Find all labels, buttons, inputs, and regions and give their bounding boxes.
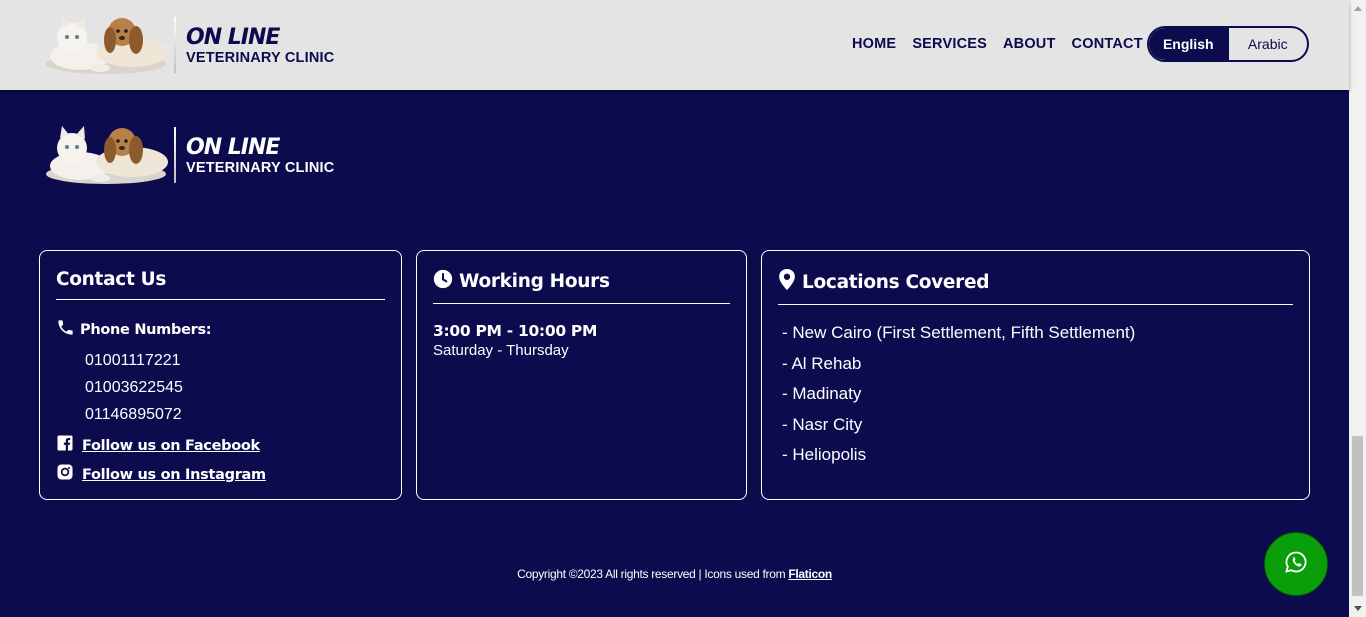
main-nav: HOME SERVICES ABOUT CONTACT (852, 36, 1159, 52)
location-item: - Al Rehab (782, 353, 862, 373)
phone-number[interactable]: 01001117221 (85, 347, 385, 374)
page-scrollbar[interactable] (1349, 0, 1366, 617)
site-header: ON LINE VETERINARY CLINIC HOME SERVICES … (0, 0, 1349, 90)
copyright: Copyright ©2023 All rights reserved | Ic… (0, 567, 1349, 581)
working-hours-card: Working Hours 3:00 PM - 10:00 PM Saturda… (416, 250, 747, 500)
phone-icon (56, 318, 75, 341)
footer-brand-subtitle: VETERINARY CLINIC (186, 159, 335, 176)
footer-brand[interactable]: ON LINE VETERINARY CLINIC (40, 122, 334, 188)
contact-title: Contact Us (56, 269, 167, 290)
map-pin-icon (778, 269, 796, 295)
header-brand[interactable]: ON LINE VETERINARY CLINIC (40, 12, 334, 78)
facebook-icon (56, 434, 74, 457)
phone-number[interactable]: 01146895072 (85, 401, 385, 428)
scroll-down-arrow-icon[interactable] (1349, 600, 1366, 617)
locations-list: - New Cairo (First Settlement, Fifth Set… (782, 323, 1293, 476)
hours-title: Working Hours (459, 271, 610, 292)
nav-contact[interactable]: CONTACT (1072, 36, 1143, 52)
instagram-icon (56, 463, 74, 486)
language-english-button[interactable]: English (1149, 28, 1228, 60)
location-item: - Heliopolis (782, 445, 867, 464)
facebook-row: Follow us on Facebook (56, 434, 385, 457)
clock-icon (433, 269, 453, 294)
brand-title: ON LINE (186, 24, 280, 50)
phone-number[interactable]: 01003622545 (85, 374, 385, 401)
locations-title: Locations Covered (802, 271, 990, 293)
whatsapp-button[interactable] (1264, 532, 1328, 596)
copyright-text: Copyright ©2023 All rights reserved | Ic… (517, 567, 789, 581)
hours-days: Saturday - Thursday (433, 342, 569, 359)
location-item: - New Cairo (First Settlement, Fifth Set… (782, 323, 1136, 342)
contact-card-header: Contact Us (56, 269, 385, 300)
cat-and-dog-logo-icon (40, 12, 172, 78)
hours-time: 3:00 PM - 10:00 PM (433, 322, 598, 340)
location-item: - Nasr City (782, 414, 863, 434)
locations-card-header: Locations Covered (778, 269, 1293, 305)
brand-divider (174, 127, 176, 183)
language-arabic-button[interactable]: Arabic (1227, 28, 1308, 60)
brand-text: ON LINE VETERINARY CLINIC (186, 134, 335, 176)
locations-card: Locations Covered - New Cairo (First Set… (761, 250, 1310, 500)
scroll-up-arrow-icon[interactable] (1349, 0, 1366, 17)
nav-about[interactable]: ABOUT (1003, 36, 1056, 52)
instagram-row: Follow us on Instagram (56, 463, 385, 486)
brand-subtitle: VETERINARY CLINIC (186, 49, 335, 66)
scrollbar-thumb[interactable] (1352, 436, 1363, 596)
location-item: - Madinaty (782, 384, 862, 403)
brand-text: ON LINE VETERINARY CLINIC (186, 24, 335, 66)
nav-services[interactable]: SERVICES (912, 36, 987, 52)
facebook-link[interactable]: Follow us on Facebook (82, 438, 260, 454)
phone-list: 01001117221 01003622545 01146895072 (85, 347, 385, 428)
cat-and-dog-logo-icon (40, 122, 172, 188)
flaticon-link[interactable]: Flaticon (788, 567, 832, 581)
phone-heading: Phone Numbers: (56, 318, 385, 341)
nav-home[interactable]: HOME (852, 36, 896, 52)
whatsapp-icon (1284, 550, 1308, 579)
instagram-link[interactable]: Follow us on Instagram (82, 467, 266, 483)
language-toggle: English Arabic (1147, 26, 1309, 62)
brand-divider (174, 17, 176, 73)
phone-heading-label: Phone Numbers: (80, 321, 212, 338)
contact-card: Contact Us Phone Numbers: 01001117221 01… (39, 250, 402, 500)
footer-brand-title: ON LINE (186, 134, 280, 160)
hours-card-header: Working Hours (433, 269, 730, 304)
